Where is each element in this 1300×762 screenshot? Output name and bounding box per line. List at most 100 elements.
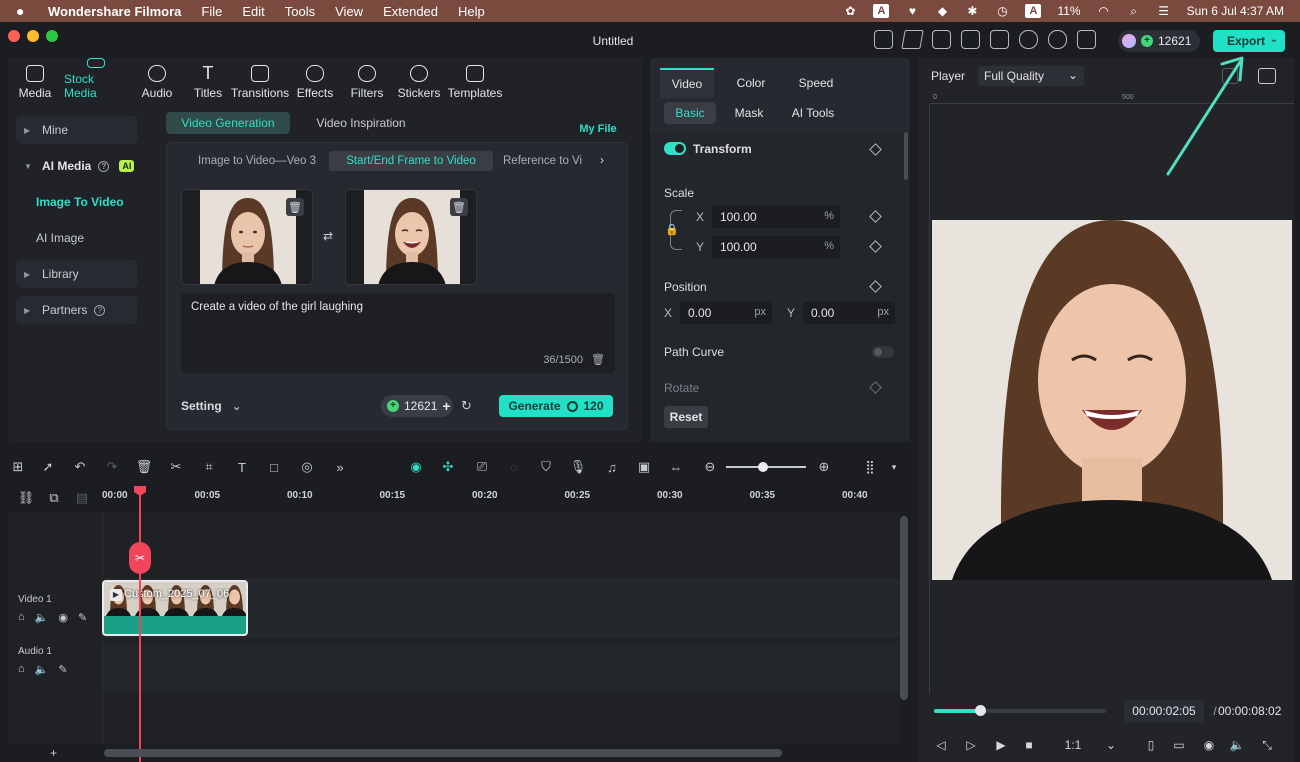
fullscreen-icon[interactable]: ⤡	[1260, 738, 1274, 752]
volume-icon[interactable]: 🔈	[1230, 738, 1245, 752]
position-y-field[interactable]: 0.00 px	[803, 302, 895, 324]
status-app-icon[interactable]: ✿	[843, 4, 857, 18]
play-icon[interactable]: ▶	[994, 738, 1008, 752]
subtitle-icon[interactable]	[932, 30, 951, 49]
sidebar-item-image-to-video[interactable]: Image To Video	[16, 188, 138, 216]
shape-icon[interactable]: □	[266, 459, 282, 475]
status-app2-icon[interactable]: ♥	[905, 4, 919, 18]
timeline-vertical-scrollbar[interactable]	[900, 516, 908, 700]
transform-toggle[interactable]	[664, 142, 686, 155]
monitor-icon[interactable]	[961, 30, 980, 49]
add-credits-icon[interactable]: +	[442, 398, 450, 414]
save-icon[interactable]	[990, 30, 1009, 49]
app-name-menu[interactable]: Wondershare Filmora	[48, 4, 181, 19]
zoom-in-icon[interactable]: ⊕	[816, 459, 832, 475]
volume-icon[interactable]: 🔈	[35, 663, 49, 676]
sidebar-item-partners[interactable]: ▶ Partners?	[16, 296, 138, 324]
prev-frame-icon[interactable]: ◁	[934, 738, 948, 752]
scrubber-handle[interactable]	[975, 705, 987, 716]
link-icon[interactable]: ⛓	[18, 490, 35, 506]
scale-y-field[interactable]: 100.00%	[712, 236, 840, 258]
help-icon[interactable]: ?	[94, 304, 106, 316]
playhead-scissors-icon[interactable]: ✂	[129, 542, 151, 574]
props-scrollbar[interactable]	[904, 132, 908, 180]
undo-icon[interactable]: ↶	[72, 459, 88, 475]
select-tool-icon[interactable]: ➚	[40, 459, 56, 475]
scale-x-field[interactable]: 100.00%	[712, 206, 840, 228]
tab-basic[interactable]: Basic	[664, 102, 716, 124]
playhead[interactable]	[139, 486, 141, 762]
spotlight-icon[interactable]: ⌕	[1127, 4, 1141, 18]
display-icon[interactable]: ▭	[1172, 738, 1186, 752]
reset-button[interactable]: Reset	[664, 406, 708, 428]
zoom-slider-handle[interactable]	[758, 462, 768, 472]
control-center-icon[interactable]: ☰	[1157, 4, 1171, 18]
snap-icon[interactable]: ✣	[440, 459, 456, 475]
headset-icon[interactable]	[1048, 30, 1067, 49]
end-frame[interactable]: 🗑	[345, 189, 477, 285]
quality-dropdown[interactable]: Full Quality ⌄	[978, 66, 1084, 86]
next-frame-icon[interactable]: ▷	[964, 738, 978, 752]
path-curve-toggle[interactable]	[872, 346, 894, 358]
mute-icon[interactable]: ✎	[58, 663, 67, 676]
fit-timeline-icon[interactable]: ⇔	[668, 459, 684, 475]
setting-dropdown[interactable]: Setting ⌄	[181, 399, 242, 413]
folder-icon[interactable]: ⌂	[18, 611, 25, 624]
camera-snapshot-icon[interactable]: ◉	[1202, 738, 1216, 752]
keyframe-diamond-icon[interactable]	[869, 280, 882, 293]
color-match-icon[interactable]: ◎	[299, 459, 315, 475]
add-track-button[interactable]: +	[50, 746, 57, 760]
menu-view[interactable]: View	[335, 4, 363, 19]
sidebar-item-library[interactable]: ▶ Library	[16, 260, 138, 288]
tab-templates[interactable]: Templates	[446, 58, 504, 108]
mark-icon[interactable]: ▯	[1144, 738, 1158, 752]
text-icon[interactable]: T	[234, 459, 250, 475]
chevron-down-icon[interactable]: ⌄	[1104, 738, 1118, 752]
tab-stickers[interactable]: Stickers	[394, 58, 444, 108]
delete-icon[interactable]: 🗑	[136, 459, 153, 475]
delete-start-frame-icon[interactable]: 🗑	[286, 198, 304, 216]
scopes-icon[interactable]	[1258, 68, 1276, 84]
tab-video[interactable]: Video	[660, 68, 714, 98]
apps-grid-icon[interactable]	[1077, 30, 1096, 49]
sidebar-item-ai-image[interactable]: AI Image	[16, 224, 138, 252]
gift-icon[interactable]	[874, 30, 893, 49]
keyframe-diamond-icon[interactable]	[869, 143, 882, 156]
tab-speed[interactable]: Speed	[788, 68, 844, 98]
aspect-ratio-dropdown[interactable]: 1:1	[1058, 738, 1088, 752]
menu-help[interactable]: Help	[458, 4, 485, 19]
more-tools-icon[interactable]: »	[332, 459, 348, 475]
keyframe-icon[interactable]: ▣	[636, 459, 652, 475]
menu-edit[interactable]: Edit	[242, 4, 264, 19]
track-layout-icon[interactable]: ⣿	[862, 459, 878, 475]
tab-transitions[interactable]: Transitions	[231, 58, 289, 108]
tab-image-to-video-veo3[interactable]: Image to Video—Veo 3	[189, 151, 325, 171]
apple-menu-icon[interactable]: ●	[16, 3, 34, 19]
tab-titles[interactable]: T Titles	[186, 58, 230, 108]
layout-grid-icon[interactable]: ⊞	[10, 459, 26, 475]
record-screen-icon[interactable]: ⎚	[474, 459, 490, 475]
add-track-icon[interactable]: ⧉	[46, 490, 62, 506]
sidebar-item-mine[interactable]: ▶ Mine	[16, 116, 138, 144]
prompt-input[interactable]: Create a video of the girl laughing 36/1…	[181, 293, 615, 373]
delete-end-frame-icon[interactable]: 🗑	[450, 198, 468, 216]
generate-button[interactable]: Generate 120	[499, 395, 613, 417]
clear-prompt-icon[interactable]: 🗑	[591, 353, 605, 366]
swap-frames-icon[interactable]: ⇄	[323, 229, 333, 243]
menu-extended[interactable]: Extended	[383, 4, 438, 19]
tab-media[interactable]: Media	[8, 58, 62, 108]
tab-audio[interactable]: Audio	[130, 58, 184, 108]
clock[interactable]: Sun 6 Jul 4:37 AM	[1187, 4, 1284, 18]
tab-color[interactable]: Color	[724, 68, 778, 98]
track-manager-icon[interactable]: ▤	[74, 490, 90, 506]
redo-icon[interactable]: ↷	[104, 459, 120, 475]
tab-stock-media[interactable]: Stock Media	[64, 58, 128, 108]
video-clip[interactable]: ▶ Custom_2025_07_06	[102, 580, 248, 636]
lock-icon[interactable]: 🔒	[665, 223, 679, 236]
tab-mask[interactable]: Mask	[726, 102, 772, 124]
keyframe-diamond-icon[interactable]	[869, 210, 882, 223]
credits-pill[interactable]: + 12621	[1118, 30, 1200, 52]
zoom-out-icon[interactable]: ⊖	[702, 459, 718, 475]
avatar[interactable]	[1122, 34, 1136, 48]
tab-video-inspiration[interactable]: Video Inspiration	[306, 112, 416, 134]
